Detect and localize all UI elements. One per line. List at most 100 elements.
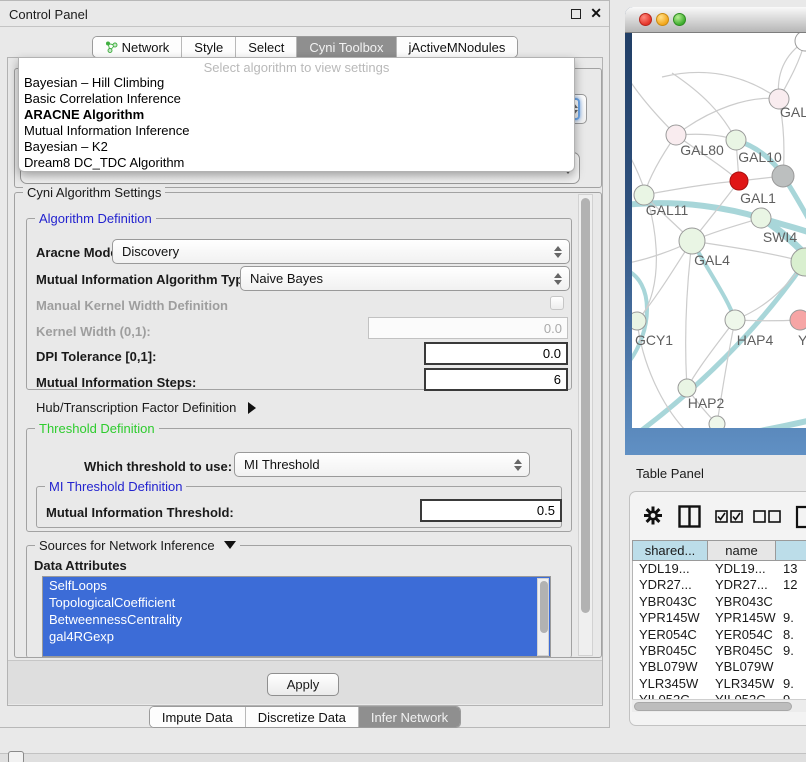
tab-jactivemnodules[interactable]: jActiveMNodules — [396, 37, 518, 57]
mi-type-combo[interactable]: Naive Bayes — [240, 266, 570, 291]
network-icon — [105, 41, 118, 53]
tab-label: jActiveMNodules — [409, 40, 506, 55]
algorithm-option[interactable]: Dream8 DC_TDC Algorithm — [19, 155, 574, 171]
table-row[interactable]: YLR345WYLR345W9. — [633, 676, 806, 692]
unchecked-boxes-icon[interactable] — [753, 510, 781, 527]
split-columns-icon[interactable] — [678, 505, 701, 531]
algorithm-option[interactable]: ARACNE Algorithm — [19, 107, 574, 123]
mi-steps-input[interactable] — [424, 368, 568, 391]
attributes-scrollbar-thumb[interactable] — [540, 581, 548, 633]
node-label: GAL80 — [680, 142, 724, 158]
which-threshold-label: Which threshold to use: — [84, 459, 232, 474]
tab-impute-data[interactable]: Impute Data — [150, 707, 245, 727]
hub-definition-expander[interactable]: Hub/Transcription Factor Definition — [36, 400, 256, 415]
algorithm-dropdown: Select algorithm to view settings Bayesi… — [18, 57, 575, 172]
algorithm-option[interactable]: Mutual Information Inference — [19, 123, 574, 139]
hub-definition-label: Hub/Transcription Factor Definition — [36, 400, 236, 415]
table-hscrollbar[interactable] — [632, 699, 806, 712]
kernel-width-label: Kernel Width (0,1): — [36, 324, 151, 339]
algorithm-option[interactable]: Basic Correlation Inference — [19, 91, 574, 107]
combo-spinner-icon[interactable] — [514, 459, 523, 471]
network-edge — [662, 72, 779, 99]
column-header-shared[interactable]: shared... — [632, 540, 708, 561]
zoom-traffic-light-icon[interactable] — [673, 13, 686, 26]
data-attribute-item[interactable]: gal4RGexp — [43, 628, 550, 645]
tab-infer-network[interactable]: Infer Network — [358, 707, 460, 727]
manual-kernel-checkbox[interactable] — [550, 296, 564, 310]
network-node-gal1[interactable] — [730, 172, 748, 190]
data-attributes-list[interactable]: SelfLoopsTopologicalCoefficientBetweenne… — [42, 576, 551, 657]
table-row[interactable]: YBL079WYBL079W — [633, 659, 806, 675]
algorithm-option[interactable]: Bayesian – K2 — [19, 139, 574, 155]
settings-scrollbar-thumb[interactable] — [581, 198, 590, 613]
column-header-2[interactable] — [776, 540, 806, 561]
mi-threshold-input[interactable] — [420, 499, 562, 522]
dpi-tolerance-input[interactable] — [424, 342, 568, 365]
table-row[interactable]: YIL052CYIL052C9. — [633, 692, 806, 699]
node-label: HAP4 — [737, 332, 774, 348]
tab-select[interactable]: Select — [235, 37, 296, 57]
table-cell: YBR045C — [639, 643, 709, 659]
table-row[interactable]: YBR045CYBR045C9. — [633, 643, 806, 659]
table-row[interactable]: YER054CYER054C8. — [633, 627, 806, 643]
tab-label: Style — [194, 40, 223, 55]
data-attribute-item[interactable]: BetweennessCentrality — [43, 611, 550, 628]
table-cell: 13 — [783, 561, 806, 577]
minimize-traffic-light-icon[interactable] — [656, 13, 669, 26]
network-node-gcy1[interactable] — [632, 312, 646, 330]
network-node-hap4[interactable] — [725, 310, 745, 330]
sources-title[interactable]: Sources for Network Inference — [35, 538, 240, 553]
attributes-scrollbar[interactable] — [537, 578, 549, 656]
control-panel-titlebar: Control Panel ✕ — [0, 0, 609, 27]
tab-style[interactable]: Style — [181, 37, 235, 57]
network-node[interactable] — [772, 165, 794, 187]
bottom-tabbar: Impute Data Discretize DataInfer Network — [0, 706, 610, 728]
combo-spinner-icon[interactable] — [554, 246, 563, 258]
table-row[interactable]: YDL19...YDL19...13 — [633, 561, 806, 577]
data-attribute-item[interactable]: TopologicalCoefficient — [43, 594, 550, 611]
table-row[interactable]: YPR145WYPR145W9. — [633, 610, 806, 626]
network-node[interactable] — [795, 33, 806, 51]
mi-type-label: Mutual Information Algorithm Type: — [36, 272, 255, 287]
table-cell: YPR145W — [715, 610, 777, 626]
combo-spinner-icon[interactable] — [554, 273, 563, 285]
tab-label: Impute Data — [162, 710, 233, 725]
algorithm-option[interactable]: Bayesian – Hill Climbing — [19, 75, 574, 91]
dpi-tolerance-label: DPI Tolerance [0,1]: — [36, 349, 156, 364]
gear-icon[interactable] — [643, 505, 663, 529]
table-row[interactable]: YDR27...YDR27...12 — [633, 577, 806, 593]
node-label: Y — [798, 332, 806, 348]
collapsed-panel-icon[interactable] — [8, 751, 24, 762]
page-icon[interactable] — [795, 505, 806, 532]
close-icon[interactable]: ✕ — [590, 5, 602, 22]
checked-boxes-icon[interactable] — [715, 510, 743, 527]
aracne-mode-combo[interactable]: Discovery — [112, 239, 570, 264]
node-label: GAL11 — [646, 202, 689, 218]
close-traffic-light-icon[interactable] — [639, 13, 652, 26]
network-node-gal10[interactable] — [726, 130, 746, 150]
apply-button[interactable]: Apply — [267, 673, 339, 696]
table-cell: YIL052C — [639, 692, 709, 699]
table-row[interactable]: YBR043CYBR043C — [633, 594, 806, 610]
which-threshold-combo[interactable]: MI Threshold — [234, 452, 530, 477]
tab-network[interactable]: Network — [93, 37, 182, 57]
column-header-name[interactable]: name — [708, 540, 776, 561]
table-cell: YIL052C — [715, 692, 777, 699]
app-root: Control Panel ✕ Network Style SelectCyni T… — [0, 0, 806, 762]
network-node[interactable] — [709, 416, 725, 428]
table-hscrollbar-thumb[interactable] — [634, 702, 792, 711]
network-node-gal4[interactable] — [679, 228, 705, 254]
network-node-swi4[interactable] — [751, 208, 771, 228]
table-cell: 9. — [783, 643, 806, 659]
network-node-y[interactable] — [790, 310, 806, 330]
network-node[interactable] — [791, 248, 806, 276]
kernel-width-input[interactable] — [368, 317, 568, 339]
node-label: GAL10 — [738, 149, 782, 165]
tab-cyni-toolbox[interactable]: Cyni Toolbox — [296, 37, 395, 57]
network-edge — [676, 98, 779, 135]
float-icon[interactable] — [571, 9, 581, 19]
network-canvas[interactable]: GALGAL80GAL10GAL1GAL11SWI4GAL4GCY1HAP4YH… — [632, 33, 806, 428]
settings-scrollbar[interactable] — [578, 194, 593, 656]
tab-discretize-data[interactable]: Discretize Data — [245, 707, 358, 727]
data-attribute-item[interactable]: SelfLoops — [43, 577, 550, 594]
